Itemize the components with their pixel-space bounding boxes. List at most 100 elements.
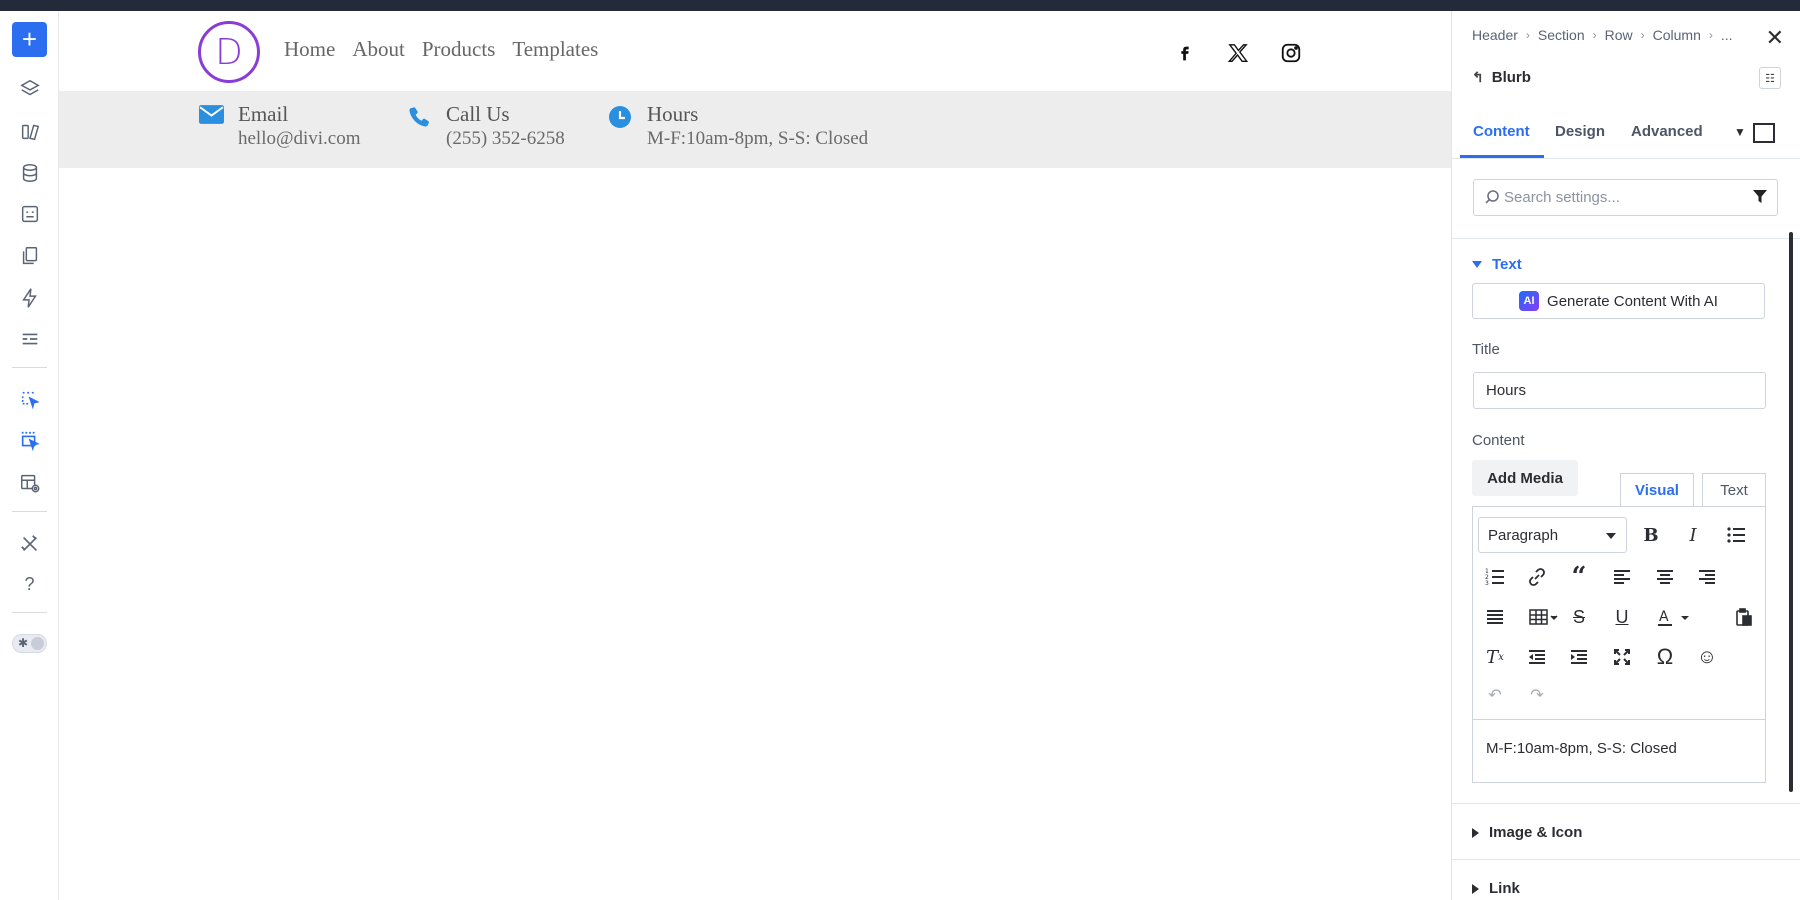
redo-icon[interactable]: ↷ (1522, 680, 1552, 710)
x-twitter-icon[interactable] (1226, 41, 1250, 65)
image-icon-section-label: Image & Icon (1489, 824, 1583, 841)
numbered-list-icon[interactable]: 123 (1480, 562, 1510, 592)
align-right-icon[interactable] (1692, 562, 1722, 592)
add-module-button[interactable]: + (12, 22, 47, 57)
bold-icon[interactable]: B (1636, 520, 1666, 550)
blurb-content: hello@divi.com (238, 128, 361, 149)
outdent-icon[interactable] (1522, 642, 1552, 672)
blurb-hours[interactable]: Hours M-F:10am-8pm, S-S: Closed (607, 102, 868, 151)
breadcrumb-column[interactable]: Column (1653, 27, 1701, 43)
text-section-toggle[interactable]: Text (1472, 256, 1522, 273)
browser-top-strip (0, 0, 1800, 11)
caret-down-icon (1472, 261, 1482, 268)
list-icon[interactable] (12, 321, 47, 356)
tab-design[interactable]: Design (1555, 123, 1605, 140)
clock-icon (607, 102, 633, 128)
settings-toggle[interactable]: ✱ (12, 634, 47, 653)
help-icon[interactable]: ? (12, 567, 47, 602)
indent-icon[interactable] (1564, 642, 1594, 672)
panel-mode-icon[interactable] (1753, 123, 1775, 143)
breadcrumb-more[interactable]: ... (1721, 27, 1733, 43)
special-character-icon[interactable]: Ω (1650, 642, 1680, 672)
paragraph-select[interactable]: Paragraph (1478, 517, 1627, 553)
text-color-icon[interactable]: A (1651, 602, 1695, 632)
editor-content[interactable]: M-F:10am-8pm, S-S: Closed (1486, 740, 1677, 757)
underline-icon[interactable]: U (1607, 602, 1637, 632)
link-section-toggle[interactable]: Link (1472, 880, 1520, 897)
tab-content[interactable]: Content (1473, 123, 1530, 140)
settings-tabs: Content Design Advanced ▼ (1452, 111, 1800, 159)
section-divider (1452, 859, 1800, 860)
lightning-icon[interactable] (12, 280, 47, 315)
settings-search (1473, 179, 1778, 216)
search-area (1452, 159, 1800, 239)
strikethrough-icon[interactable]: S (1564, 602, 1594, 632)
instagram-icon[interactable] (1279, 41, 1303, 65)
blurb-call-us[interactable]: Call Us (255) 352-6258 (406, 102, 565, 151)
site-logo[interactable]: D (198, 21, 260, 83)
justify-icon[interactable] (1480, 602, 1510, 632)
panel-scrollbar[interactable] (1789, 232, 1793, 792)
link-section-label: Link (1489, 880, 1520, 897)
main-nav: Home About Products Templates (284, 37, 598, 62)
chevron-right-icon: › (1525, 28, 1530, 42)
align-center-icon[interactable] (1650, 562, 1680, 592)
module-options-icon[interactable]: ☷ (1759, 67, 1781, 89)
tools-icon[interactable] (12, 526, 47, 561)
paragraph-select-value: Paragraph (1488, 526, 1559, 544)
nav-products[interactable]: Products (422, 37, 496, 62)
search-input[interactable] (1504, 180, 1744, 215)
tab-visual[interactable]: Visual (1620, 473, 1694, 507)
table-icon[interactable] (1524, 602, 1564, 632)
breadcrumb-section[interactable]: Section (1538, 27, 1585, 43)
breadcrumb-row[interactable]: Row (1605, 27, 1633, 43)
caret-right-icon (1472, 883, 1479, 894)
italic-icon[interactable]: I (1678, 520, 1708, 550)
breadcrumb-header[interactable]: Header (1472, 27, 1518, 43)
database-icon[interactable] (12, 155, 47, 190)
chevron-down-icon (1606, 533, 1616, 539)
image-icon-section-toggle[interactable]: Image & Icon (1472, 824, 1582, 841)
emoji-icon[interactable]: ☺ (1692, 642, 1722, 672)
forms-icon[interactable] (12, 196, 47, 231)
blockquote-icon[interactable]: “ (1564, 562, 1594, 592)
tabs-dropdown-icon[interactable]: ▼ (1734, 125, 1746, 139)
fullscreen-icon[interactable] (1607, 642, 1637, 672)
breadcrumb: Header › Section › Row › Column › ... (1472, 27, 1733, 43)
nav-templates[interactable]: Templates (512, 37, 598, 62)
bullet-list-icon[interactable] (1721, 520, 1751, 550)
generate-ai-label: Generate Content With AI (1547, 292, 1718, 310)
close-icon[interactable]: ✕ (1766, 25, 1784, 51)
link-icon[interactable] (1522, 562, 1552, 592)
generate-ai-button[interactable]: AI Generate Content With AI (1472, 283, 1765, 319)
back-arrow-icon[interactable]: ↰ (1472, 69, 1484, 86)
facebook-icon[interactable] (1173, 41, 1197, 65)
multi-select-icon[interactable] (12, 423, 47, 458)
layers-icon[interactable] (12, 71, 47, 106)
title-label: Title (1472, 341, 1500, 358)
tab-text[interactable]: Text (1702, 473, 1766, 507)
chevron-right-icon: › (1592, 28, 1597, 42)
chevron-right-icon: › (1640, 28, 1645, 42)
nav-home[interactable]: Home (284, 37, 335, 62)
filter-icon[interactable] (1753, 190, 1767, 204)
title-field[interactable] (1473, 372, 1766, 409)
tab-advanced[interactable]: Advanced (1631, 123, 1703, 140)
clear-formatting-icon[interactable]: Tx (1480, 642, 1510, 672)
nav-about[interactable]: About (352, 37, 405, 62)
select-icon[interactable] (12, 382, 47, 417)
paste-icon[interactable] (1729, 602, 1759, 632)
add-media-button[interactable]: Add Media (1472, 460, 1578, 496)
left-toolbar: + ? ✱ (0, 11, 59, 900)
align-left-icon[interactable] (1607, 562, 1637, 592)
template-preview-icon[interactable] (12, 465, 47, 500)
modules-icon[interactable] (12, 113, 47, 148)
contact-info-bar: Email hello@divi.com Call Us (255) 352-6… (59, 91, 1451, 168)
blurb-email[interactable]: Email hello@divi.com (198, 102, 361, 151)
caret-right-icon (1472, 827, 1479, 838)
envelope-icon (198, 102, 224, 128)
gear-icon: ✱ (18, 636, 29, 650)
phone-icon (406, 102, 432, 128)
undo-icon[interactable]: ↶ (1480, 680, 1510, 710)
pages-icon[interactable] (12, 238, 47, 273)
